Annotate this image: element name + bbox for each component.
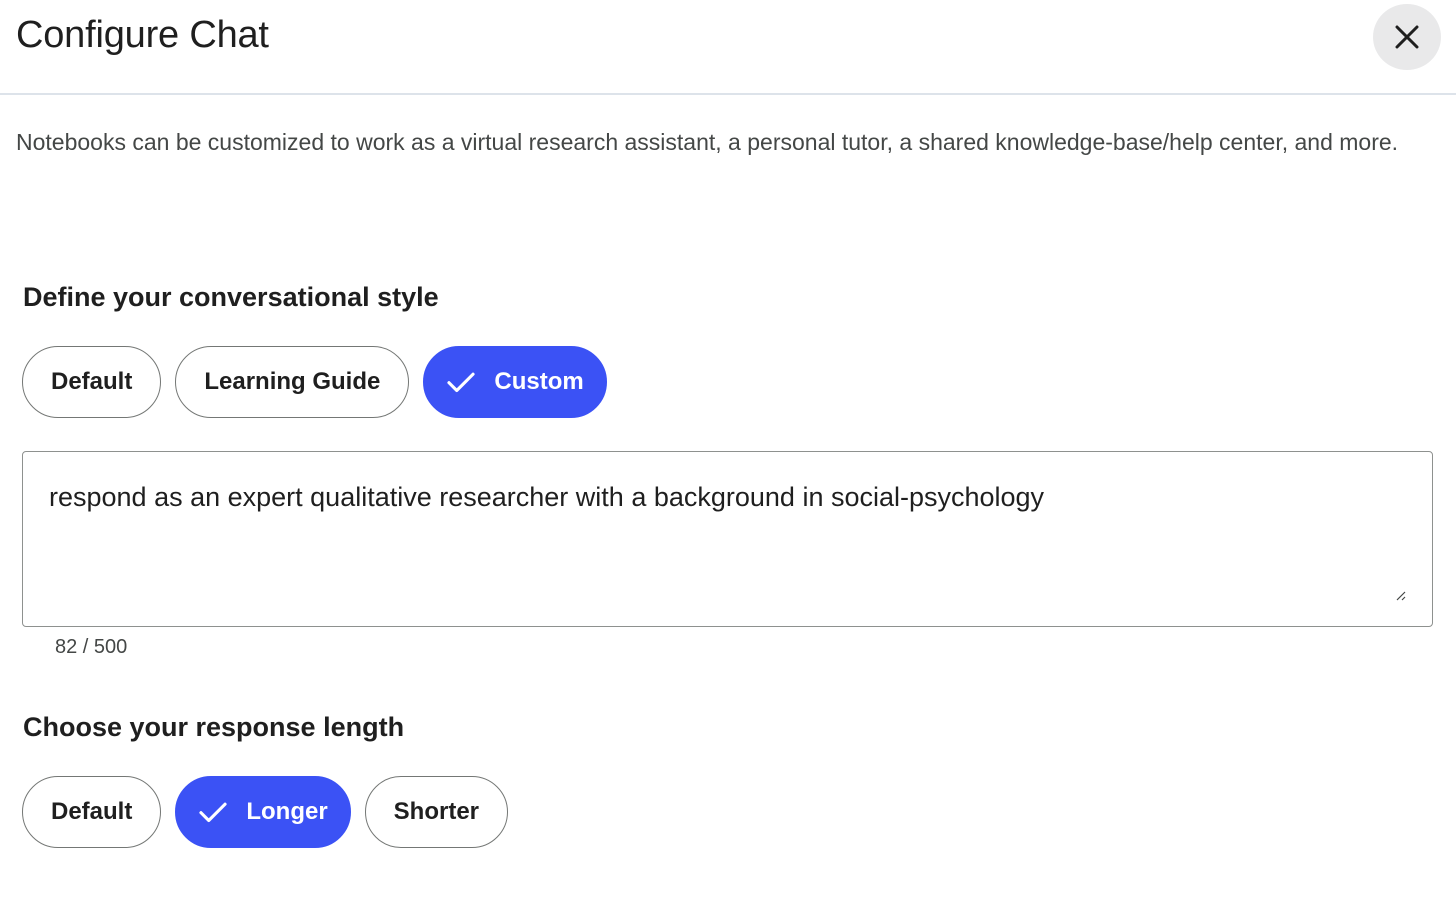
check-icon <box>196 795 230 829</box>
character-counter: 82 / 500 <box>55 636 128 658</box>
dialog-header: Configure Chat <box>0 0 1456 95</box>
chip-label: Longer <box>246 798 328 825</box>
dialog-description: Notebooks can be customized to work as a… <box>16 129 1399 155</box>
chip-label: Default <box>51 798 133 825</box>
length-shorter-chip[interactable]: Shorter <box>364 776 509 848</box>
close-button[interactable] <box>1373 4 1441 70</box>
chip-label: Custom <box>494 368 584 395</box>
length-longer-chip[interactable]: Longer <box>175 776 351 848</box>
dialog-title: Configure Chat <box>16 14 269 56</box>
response-length-heading: Choose your response length <box>23 712 405 742</box>
close-icon <box>1392 22 1422 52</box>
chip-label: Shorter <box>393 798 480 825</box>
custom-style-text: respond as an expert qualitative researc… <box>49 482 1045 512</box>
resize-handle-icon[interactable] <box>1394 588 1406 601</box>
style-default-chip[interactable]: Default <box>22 346 162 418</box>
length-default-chip[interactable]: Default <box>22 776 162 848</box>
conversational-style-heading: Define your conversational style <box>23 282 439 312</box>
style-custom-chip[interactable]: Custom <box>423 346 607 418</box>
chip-label: Learning Guide <box>204 368 381 395</box>
style-learning-guide-chip[interactable]: Learning Guide <box>175 346 410 418</box>
conversational-style-options: Default Learning Guide Custom <box>22 346 607 418</box>
chip-label: Default <box>51 368 133 395</box>
custom-style-textarea[interactable]: respond as an expert qualitative researc… <box>22 451 1433 627</box>
response-length-options: Default Longer Shorter <box>22 776 509 848</box>
check-icon <box>444 365 478 399</box>
